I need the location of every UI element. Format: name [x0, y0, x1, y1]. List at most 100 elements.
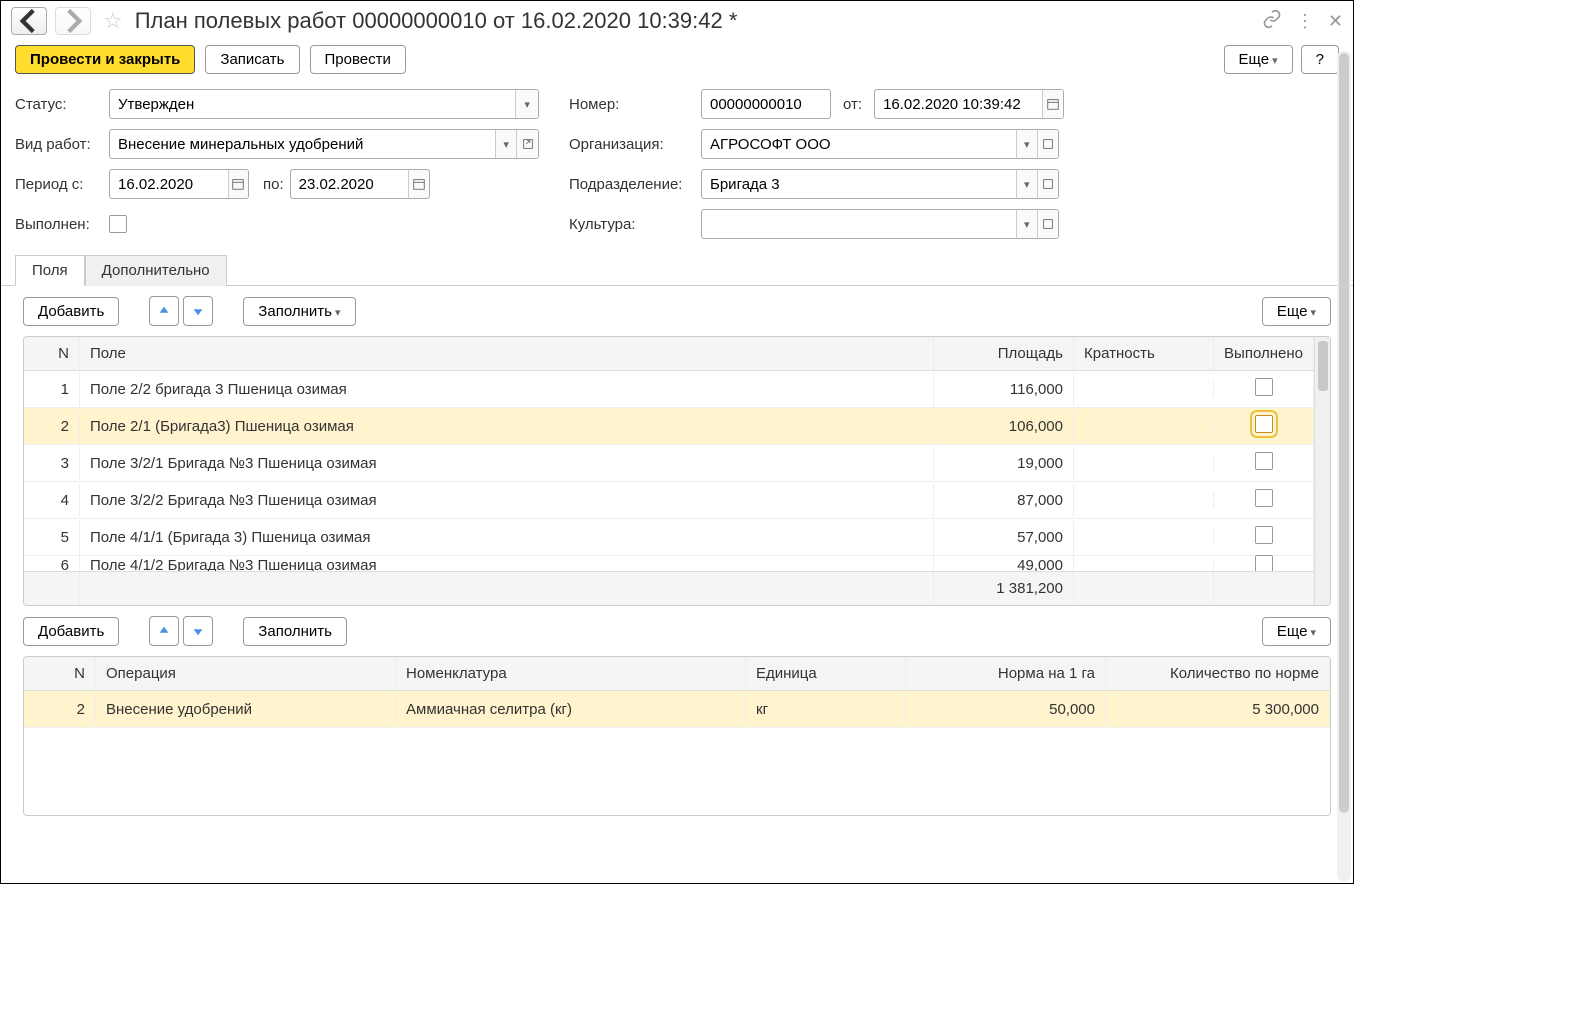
back-button[interactable]	[11, 7, 47, 35]
table-row[interactable]: 2Поле 2/1 (Бригада3) Пшеница озимая106,0…	[24, 408, 1314, 445]
number-label: Номер:	[569, 96, 695, 113]
cell-field: Поле 2/2 бригада 3 Пшеница озимая	[80, 373, 934, 406]
table-row[interactable]: 3Поле 3/2/1 Бригада №3 Пшеница озимая19,…	[24, 445, 1314, 482]
link-icon[interactable]	[1262, 9, 1282, 34]
fill-button[interactable]: Заполнить	[243, 297, 355, 326]
period-from-input[interactable]	[110, 172, 228, 197]
period-from-label: Период с:	[15, 176, 103, 193]
worktype-label: Вид работ:	[15, 136, 103, 153]
cell-mult	[1074, 558, 1214, 572]
table-row[interactable]: 2Внесение удобренийАммиачная селитра (кг…	[24, 691, 1330, 728]
post-button[interactable]: Провести	[310, 45, 406, 74]
move-up-button-2[interactable]	[149, 616, 179, 646]
cell-mult	[1074, 529, 1214, 545]
cell-area: 87,000	[934, 484, 1074, 517]
cell-unit: кг	[746, 693, 906, 726]
open-icon[interactable]	[1037, 210, 1058, 238]
col-field-header[interactable]: Поле	[80, 337, 934, 370]
table-row[interactable]: 6Поле 4/1/2 Бригада №3 Пшеница озимая49,…	[24, 556, 1314, 571]
table-scrollbar[interactable]	[1314, 337, 1330, 605]
dropdown-icon[interactable]: ▾	[1016, 130, 1037, 158]
fill-button-2[interactable]: Заполнить	[243, 617, 347, 646]
calendar-icon[interactable]	[1042, 90, 1063, 118]
dropdown-icon[interactable]: ▾	[495, 130, 517, 158]
date-label: от:	[843, 96, 862, 113]
help-button[interactable]: ?	[1301, 45, 1339, 74]
add-row-button-2[interactable]: Добавить	[23, 617, 119, 646]
more-button[interactable]: Еще	[1224, 45, 1293, 74]
cell-done[interactable]	[1214, 481, 1314, 519]
cell-mult	[1074, 381, 1214, 397]
col2-op-header[interactable]: Операция	[96, 657, 396, 690]
cell-op: Внесение удобрений	[96, 693, 396, 726]
table-more-button[interactable]: Еще	[1262, 297, 1331, 326]
move-down-button[interactable]	[183, 296, 213, 326]
calendar-icon[interactable]	[408, 170, 428, 198]
cell-done[interactable]	[1214, 444, 1314, 482]
worktype-input[interactable]	[110, 132, 495, 157]
save-button[interactable]: Записать	[205, 45, 299, 74]
date-input[interactable]	[875, 92, 1042, 117]
favorite-icon[interactable]: ☆	[103, 8, 123, 34]
cell-mult	[1074, 455, 1214, 471]
dept-label: Подразделение:	[569, 176, 695, 193]
cell-area: 116,000	[934, 373, 1074, 406]
cell-done[interactable]	[1214, 407, 1314, 445]
table-row[interactable]: 4Поле 3/2/2 Бригада №3 Пшеница озимая87,…	[24, 482, 1314, 519]
cell-done[interactable]	[1214, 371, 1314, 408]
done-label: Выполнен:	[15, 216, 103, 233]
move-up-button[interactable]	[149, 296, 179, 326]
cell-field: Поле 4/1/2 Бригада №3 Пшеница озимая	[80, 549, 934, 571]
cell-n: 2	[24, 693, 96, 726]
more-icon[interactable]: ⋮	[1296, 11, 1314, 32]
cell-n: 3	[24, 447, 80, 480]
col2-nom-header[interactable]: Номенклатура	[396, 657, 746, 690]
tab-extra[interactable]: Дополнительно	[85, 255, 227, 286]
col-n-header[interactable]: N	[24, 337, 80, 370]
cell-n: 2	[24, 410, 80, 443]
status-input[interactable]	[110, 92, 515, 117]
col2-qty-header[interactable]: Количество по норме	[1106, 657, 1330, 690]
dropdown-icon[interactable]: ▾	[1016, 210, 1037, 238]
table2-more-button[interactable]: Еще	[1262, 617, 1331, 646]
window-scrollbar[interactable]	[1337, 51, 1351, 881]
status-label: Статус:	[15, 96, 103, 113]
col-done-header[interactable]: Выполнено	[1214, 337, 1314, 370]
cell-n: 6	[24, 549, 80, 571]
post-and-close-button[interactable]: Провести и закрыть	[15, 45, 195, 74]
add-row-button[interactable]: Добавить	[23, 297, 119, 326]
open-icon[interactable]	[516, 130, 538, 158]
open-icon[interactable]	[1037, 170, 1058, 198]
dropdown-icon[interactable]: ▾	[515, 90, 538, 118]
col-mult-header[interactable]: Кратность	[1074, 337, 1214, 370]
tab-fields[interactable]: Поля	[15, 255, 85, 286]
total-area: 1 381,200	[934, 572, 1074, 605]
done-checkbox[interactable]	[109, 215, 127, 233]
col-area-header[interactable]: Площадь	[934, 337, 1074, 370]
cell-mult	[1074, 492, 1214, 508]
culture-input[interactable]	[702, 212, 1016, 237]
org-input[interactable]	[702, 132, 1016, 157]
period-to-label: по:	[263, 176, 284, 193]
col2-n-header[interactable]: N	[24, 657, 96, 690]
table-row[interactable]: 1Поле 2/2 бригада 3 Пшеница озимая116,00…	[24, 371, 1314, 408]
calendar-icon[interactable]	[228, 170, 248, 198]
org-label: Организация:	[569, 136, 695, 153]
forward-button[interactable]	[55, 7, 91, 35]
col2-unit-header[interactable]: Единица	[746, 657, 906, 690]
page-title: План полевых работ 00000000010 от 16.02.…	[135, 8, 1254, 34]
cell-n: 1	[24, 373, 80, 406]
col2-norm-header[interactable]: Норма на 1 га	[906, 657, 1106, 690]
open-icon[interactable]	[1037, 130, 1058, 158]
cell-n: 4	[24, 484, 80, 517]
number-input[interactable]	[702, 92, 830, 117]
dept-input[interactable]	[702, 172, 1016, 197]
cell-norm: 50,000	[906, 693, 1106, 726]
dropdown-icon[interactable]: ▾	[1016, 170, 1037, 198]
period-to-input[interactable]	[291, 172, 409, 197]
cell-done[interactable]	[1214, 547, 1314, 572]
close-icon[interactable]: ✕	[1328, 11, 1343, 32]
move-down-button-2[interactable]	[183, 616, 213, 646]
culture-label: Культура:	[569, 216, 695, 233]
cell-area: 49,000	[934, 549, 1074, 571]
